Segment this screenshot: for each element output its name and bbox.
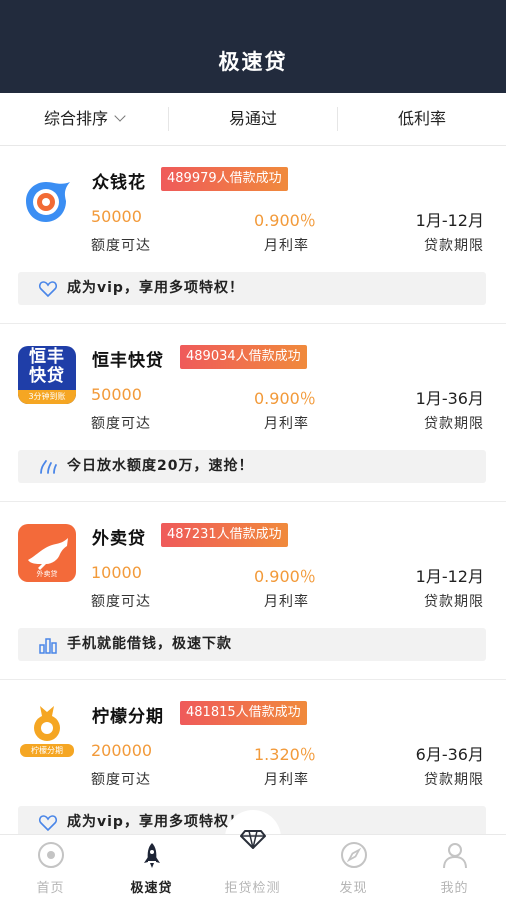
promo-tip-text: 今日放水额度20万，速抢！ <box>67 458 254 474</box>
loan-term: 1月-36月 <box>415 389 484 408</box>
tab-rejection-check[interactable]: 拒贷检测 <box>202 830 303 901</box>
term-label: 贷款期限 <box>424 416 484 432</box>
promo-tip-text: 成为vip，享用多项特权！ <box>67 280 244 296</box>
tab-rejection-check-label: 拒贷检测 <box>224 881 281 896</box>
product-list: 众钱花 489979人借款成功 50000 0.900％ 1月-12月 额度可达… <box>0 146 506 858</box>
loan-amount: 50000 <box>91 385 142 404</box>
promo-tip[interactable]: 成为vip，享用多项特权！ <box>18 272 486 305</box>
monthly-rate: 0.900％ <box>254 567 316 586</box>
product-name: 恒丰快贷 <box>92 351 164 371</box>
sort-filter[interactable]: 综合排序 <box>0 93 168 145</box>
app-header: 极速贷 <box>0 0 506 93</box>
amount-label: 额度可达 <box>91 238 151 254</box>
success-count-badge: 489979人借款成功 <box>161 167 288 191</box>
loan-term: 1月-12月 <box>415 567 484 586</box>
amount-label: 额度可达 <box>91 594 151 610</box>
tab-home[interactable]: 首页 <box>0 835 101 901</box>
loan-term: 6月-36月 <box>415 745 484 764</box>
monthly-rate: 0.900％ <box>254 389 316 408</box>
chevron-down-icon <box>114 110 126 122</box>
tab-mine-label: 我的 <box>440 881 469 896</box>
amount-label: 额度可达 <box>91 416 151 432</box>
tab-mine[interactable]: 我的 <box>404 835 505 901</box>
water-icon <box>40 460 57 474</box>
product-card[interactable]: 外卖贷 外卖贷 487231人借款成功 10000 0.900％ 1月-12月 … <box>0 502 506 680</box>
product-card[interactable]: 众钱花 489979人借款成功 50000 0.900％ 1月-12月 额度可达… <box>0 146 506 324</box>
product-name: 外卖贷 <box>92 529 146 549</box>
heart-icon <box>38 815 58 832</box>
success-count-badge: 489034人借款成功 <box>180 345 307 369</box>
loan-amount: 50000 <box>91 207 142 226</box>
compass-icon <box>341 842 367 868</box>
rate-label: 月利率 <box>264 238 309 254</box>
filter-bar: 综合排序 易通过 低利率 <box>0 93 506 146</box>
bar-chart-icon <box>39 638 57 654</box>
term-label: 贷款期限 <box>424 238 484 254</box>
amount-label: 额度可达 <box>91 772 151 788</box>
success-count-badge: 487231人借款成功 <box>161 523 288 547</box>
heart-icon <box>38 281 58 298</box>
bottom-tab-bar: 首页 极速贷 拒贷检测 发现 我的 <box>0 830 506 901</box>
monthly-rate: 1.320％ <box>254 745 316 764</box>
product-name: 柠檬分期 <box>92 707 164 727</box>
low-rate-filter[interactable]: 低利率 <box>338 93 506 145</box>
blue-swirl-logo-icon <box>18 168 76 226</box>
sort-filter-label: 综合排序 <box>43 109 108 128</box>
rate-label: 月利率 <box>264 772 309 788</box>
rate-label: 月利率 <box>264 416 309 432</box>
diamond-icon <box>240 830 266 849</box>
monthly-rate: 0.900％ <box>254 211 316 230</box>
tab-discover[interactable]: 发现 <box>303 835 404 901</box>
term-label: 贷款期限 <box>424 594 484 610</box>
tab-quick-loan[interactable]: 极速贷 <box>101 835 202 901</box>
tab-home-label: 首页 <box>36 881 65 896</box>
kangaroo-logo-icon: 外卖贷 <box>18 524 76 582</box>
tab-quick-loan-label: 极速贷 <box>130 881 173 896</box>
promo-tip-text: 手机就能借钱，极速下款 <box>67 636 232 652</box>
home-icon <box>38 842 64 868</box>
term-label: 贷款期限 <box>424 772 484 788</box>
loan-term: 1月-12月 <box>415 211 484 230</box>
rocket-icon <box>144 843 160 868</box>
easy-pass-filter[interactable]: 易通过 <box>169 93 337 145</box>
hengfeng-logo-icon: 恒丰 快贷 3分钟到账 <box>18 346 76 404</box>
loan-amount: 10000 <box>91 563 142 582</box>
user-icon <box>443 843 467 869</box>
product-card[interactable]: 恒丰 快贷 3分钟到账 恒丰快贷 489034人借款成功 50000 0.900… <box>0 324 506 502</box>
loan-amount: 200000 <box>91 741 153 760</box>
product-name: 众钱花 <box>92 173 146 193</box>
success-count-badge: 481815人借款成功 <box>180 701 307 725</box>
promo-tip[interactable]: 今日放水额度20万，速抢！ <box>18 450 486 483</box>
promo-tip[interactable]: 手机就能借钱，极速下款 <box>18 628 486 661</box>
rate-label: 月利率 <box>264 594 309 610</box>
page-title: 极速贷 <box>218 50 288 74</box>
tab-discover-label: 发现 <box>339 881 368 896</box>
lemon-logo-icon: 柠檬分期 <box>18 702 76 760</box>
